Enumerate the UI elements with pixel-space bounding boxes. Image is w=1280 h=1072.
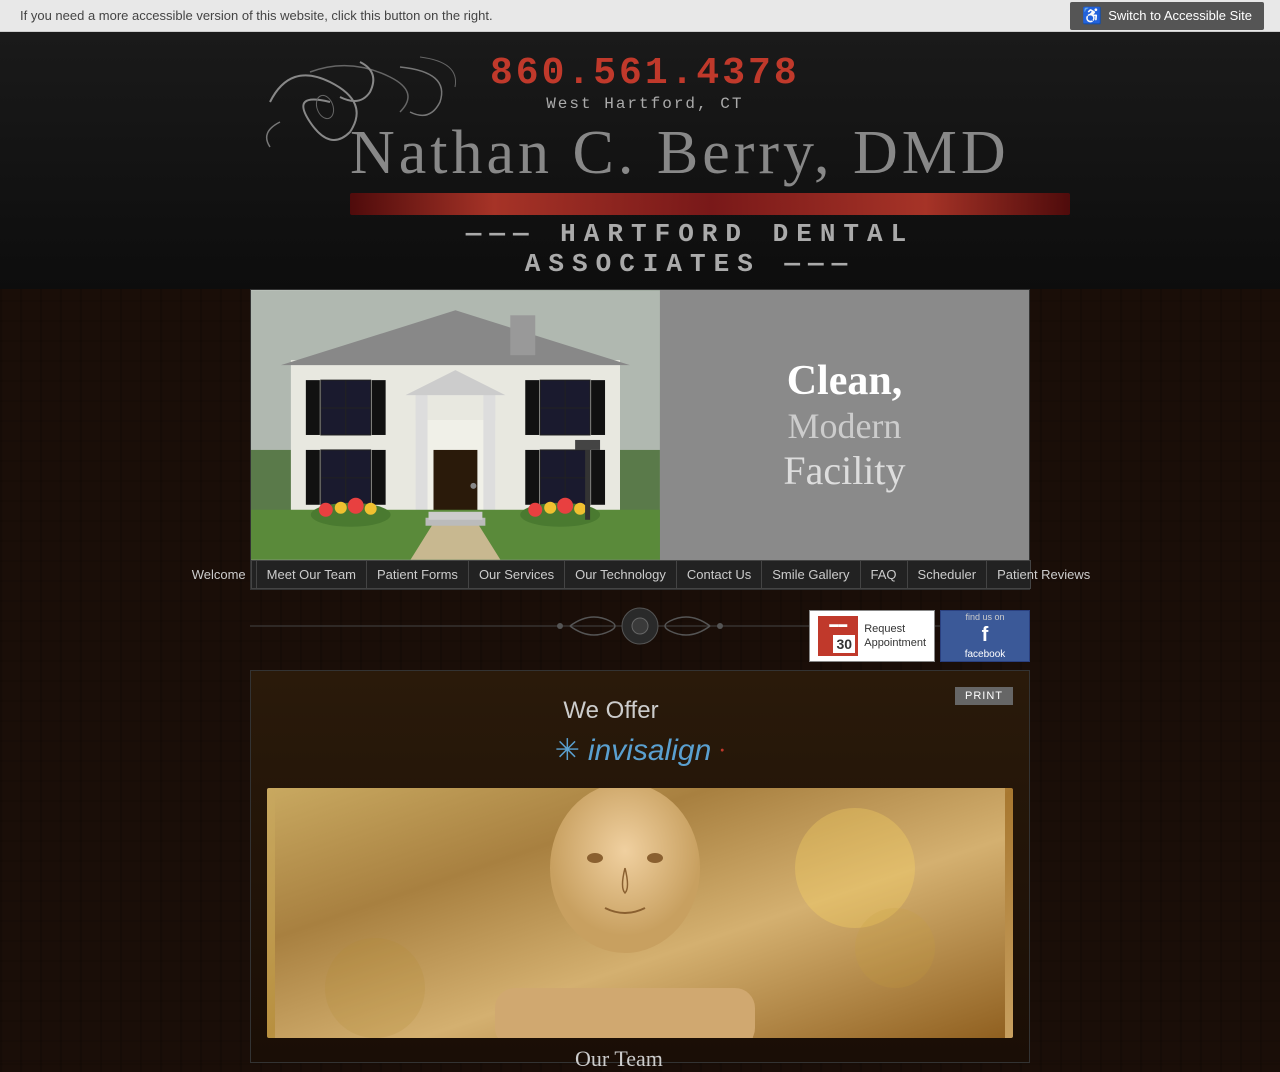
building-svg bbox=[251, 290, 660, 560]
we-offer-section: We Offer ✳ invisalign · bbox=[267, 697, 1013, 768]
logo-swirl bbox=[250, 52, 470, 152]
nav-scheduler[interactable]: Scheduler bbox=[908, 561, 988, 588]
contact-info: 860.561.4378 West Hartford, CT bbox=[490, 52, 800, 113]
request-appointment-button[interactable]: ▬▬ 30 RequestAppointment bbox=[809, 610, 935, 662]
tagline-line1: Clean, bbox=[783, 357, 905, 405]
cta-buttons-container: ▬▬ 30 RequestAppointment find us on f fa… bbox=[809, 610, 1030, 662]
facebook-button[interactable]: find us on f facebook bbox=[940, 610, 1030, 662]
accessible-site-button[interactable]: ♿ Switch to Accessible Site bbox=[1070, 2, 1264, 30]
hero-tagline: Clean, Modern Facility bbox=[660, 290, 1029, 560]
doctor-photo bbox=[267, 788, 1013, 1038]
nav-meet-our-team[interactable]: Meet Our Team bbox=[257, 561, 367, 588]
nav-contact-us[interactable]: Contact Us bbox=[677, 561, 762, 588]
tagline-line2: Modern bbox=[783, 405, 905, 447]
site-header: 860.561.4378 West Hartford, CT Nathan C.… bbox=[0, 32, 1280, 289]
tagline-line3: Facility bbox=[783, 447, 905, 494]
calendar-number: 30 bbox=[833, 635, 855, 653]
facebook-brand-label: facebook bbox=[965, 649, 1006, 660]
invisalign-snowflake-icon: ✳ bbox=[555, 733, 580, 768]
calendar-icon: ▬▬ 30 bbox=[818, 616, 858, 656]
red-stripe-decoration bbox=[350, 193, 1070, 215]
our-team-label: Our Team bbox=[575, 1046, 663, 1072]
practice-name-text: ——— Hartford DENTAL Associates ——— bbox=[466, 219, 914, 279]
hero-building-image bbox=[251, 290, 660, 560]
doctor-photo-svg bbox=[267, 788, 1013, 1038]
wheelchair-icon: ♿ bbox=[1082, 6, 1102, 26]
we-offer-title: We Offer bbox=[267, 697, 1013, 725]
tagline-text: Clean, Modern Facility bbox=[783, 357, 905, 494]
fb-icon: f bbox=[982, 624, 989, 647]
content-area: PRINT We Offer ✳ invisalign · bbox=[250, 670, 1030, 1063]
content-wrapper: PRINT We Offer ✳ invisalign · bbox=[250, 670, 1030, 1063]
practice-name: ——— Hartford DENTAL Associates ——— bbox=[350, 219, 1030, 279]
nav-our-technology[interactable]: Our Technology bbox=[565, 561, 677, 588]
print-button[interactable]: PRINT bbox=[955, 687, 1013, 705]
nav-welcome[interactable]: Welcome bbox=[182, 561, 257, 588]
accessible-site-label: Switch to Accessible Site bbox=[1108, 8, 1252, 23]
nav-patient-forms[interactable]: Patient Forms bbox=[367, 561, 469, 588]
hero-section: Clean, Modern Facility bbox=[251, 290, 1029, 560]
location: West Hartford, CT bbox=[490, 95, 800, 113]
accessibility-bar: If you need a more accessible version of… bbox=[0, 0, 1280, 32]
invisalign-superscript: · bbox=[719, 740, 725, 761]
nav-our-services[interactable]: Our Services bbox=[469, 561, 565, 588]
request-appt-label: RequestAppointment bbox=[864, 622, 926, 651]
invisalign-text: invisalign bbox=[588, 734, 711, 768]
facebook-find-label: find us on bbox=[965, 612, 1004, 622]
phone-number[interactable]: 860.561.4378 bbox=[490, 52, 800, 95]
main-navigation: Welcome Meet Our Team Patient Forms Our … bbox=[251, 560, 1031, 589]
nav-faq[interactable]: FAQ bbox=[861, 561, 908, 588]
nav-patient-reviews[interactable]: Patient Reviews bbox=[987, 561, 1100, 588]
invisalign-logo: ✳ invisalign · bbox=[267, 733, 1013, 768]
calendar-top-bar: ▬▬ bbox=[829, 619, 847, 629]
nav-smile-gallery[interactable]: Smile Gallery bbox=[762, 561, 860, 588]
accessibility-message: If you need a more accessible version of… bbox=[20, 8, 493, 23]
